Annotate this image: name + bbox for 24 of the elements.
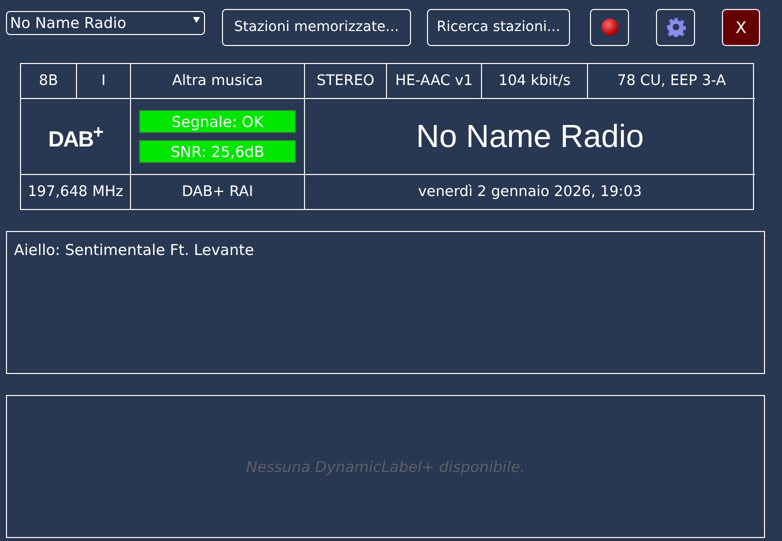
table-cell: 8B [21, 64, 77, 99]
snr-status: SNR: 25,6dB [139, 140, 296, 163]
table-cell: STEREO [305, 64, 387, 99]
settings-button[interactable] [656, 8, 695, 46]
station-name: No Name Radio [305, 99, 755, 175]
table-cell: 104 kbit/s [482, 64, 588, 99]
table-cell: Altra musica [131, 64, 305, 99]
signal-status: Segnale: OK [139, 110, 296, 133]
station-search-button[interactable]: Ricerca stazioni... [427, 8, 570, 46]
saved-stations-button[interactable]: Stazioni memorizzate... [222, 8, 411, 46]
settings-icon [666, 17, 686, 37]
dab-logo: DAB$^{+}$ [48, 120, 103, 152]
table-cell: HE-AAC v1 [387, 64, 482, 99]
table-cell: 197,648 MHz [21, 175, 131, 209]
record-icon [600, 18, 618, 36]
table-cell: DAB+ RAI [131, 175, 305, 209]
record-button[interactable] [590, 8, 629, 46]
close-button[interactable]: X [722, 8, 760, 46]
table-cell: I [77, 64, 131, 99]
table-cell: 78 CU, EEP 3-A [588, 64, 755, 99]
station-dropdown[interactable]: No Name Radio [6, 11, 205, 35]
radiotext: Aiello: Sentimentale Ft. Levante [14, 241, 254, 259]
caret-icon [193, 17, 200, 23]
table-cell-text: venerdì 2 gennaio 2026, 19:03 [417, 183, 643, 202]
